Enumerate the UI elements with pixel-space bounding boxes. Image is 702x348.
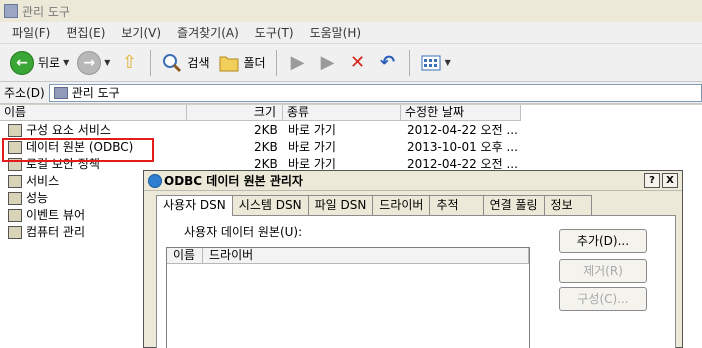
computer-management-icon	[8, 226, 22, 239]
odbc-globe-icon	[148, 173, 162, 188]
dialog-titlebar: ODBC 데이터 원본 관리자	[144, 171, 682, 191]
move-to-button[interactable]: ▶	[283, 48, 313, 78]
file-type: 바로 가기	[288, 123, 336, 137]
up-button[interactable]: ⇧	[114, 48, 144, 78]
user-dsn-label: 사용자 데이터 원본(U):	[184, 225, 303, 239]
odbc-dialog: ODBC 데이터 원본 관리자 ? X 사용자 DSN 시스템 DSN 파일 D…	[143, 170, 683, 348]
component-services-icon	[8, 124, 22, 137]
tab-user-dsn[interactable]: 사용자 DSN	[156, 195, 233, 216]
list-column-name[interactable]: 이름	[167, 248, 203, 264]
column-header-modified[interactable]: 수정한 날짜	[401, 105, 521, 121]
tab-drivers[interactable]: 드라이버	[372, 195, 431, 215]
address-bar: 주소(D) 관리 도구	[0, 82, 702, 104]
back-arrow-icon: ←	[10, 50, 34, 75]
forward-arrow-icon: →	[77, 50, 102, 75]
user-dsn-list[interactable]: 이름 드라이버	[166, 247, 530, 348]
delete-icon: ✕	[350, 52, 366, 73]
toolbar-separator	[150, 49, 152, 76]
event-viewer-icon	[8, 209, 22, 222]
help-button[interactable]: ?	[644, 173, 660, 188]
tab-strip: 사용자 DSN 시스템 DSN 파일 DSN 드라이버 추적 연결 풀링 정보	[156, 195, 592, 216]
dialog-title: ODBC 데이터 원본 관리자	[164, 174, 303, 188]
address-value: 관리 도구	[71, 86, 120, 100]
back-button[interactable]: ← 뒤로 ▼	[6, 48, 73, 78]
column-header-size[interactable]: 크기	[187, 105, 283, 121]
menu-file[interactable]: 파일(F)	[4, 22, 58, 43]
window-title: 관리 도구	[22, 4, 70, 19]
search-button[interactable]: 검색	[157, 48, 213, 78]
tab-system-dsn[interactable]: 시스템 DSN	[231, 195, 309, 215]
chevron-down-icon: ▼	[104, 58, 111, 67]
toolbar: ← 뒤로 ▼ → ▼ ⇧ 검색 폴더 ▶ ▶ ✕ ↶ ▼	[0, 44, 702, 82]
address-label: 주소(D)	[4, 86, 45, 100]
menu-help[interactable]: 도움말(H)	[302, 22, 370, 43]
file-modified: 2012-04-22 오전 ...	[407, 123, 518, 137]
admin-tools-icon	[4, 4, 18, 18]
address-field[interactable]: 관리 도구	[48, 83, 702, 102]
folder-icon	[218, 52, 240, 74]
folder-up-icon: ⇧	[121, 52, 137, 73]
delete-button[interactable]: ✕	[343, 48, 373, 78]
file-name: 성능	[26, 191, 49, 205]
tab-connection-pooling[interactable]: 연결 풀링	[482, 195, 545, 215]
menu-favorites[interactable]: 즐겨찾기(A)	[169, 22, 247, 43]
close-button[interactable]: X	[662, 173, 678, 188]
move-to-icon: ▶	[290, 52, 305, 73]
undo-icon: ↶	[380, 52, 396, 73]
forward-button[interactable]: → ▼	[73, 48, 114, 78]
remove-button[interactable]: 제거(R)	[559, 259, 647, 283]
column-header-name[interactable]: 이름	[0, 105, 187, 121]
folders-label: 폴더	[243, 56, 266, 70]
file-size: 2KB	[254, 140, 278, 154]
configure-button[interactable]: 구성(C)...	[559, 287, 647, 311]
menu-edit[interactable]: 편집(E)	[58, 22, 113, 43]
file-size: 2KB	[254, 123, 278, 137]
file-name: 이벤트 뷰어	[26, 208, 86, 222]
file-type: 바로 가기	[288, 140, 336, 154]
views-icon	[420, 52, 442, 74]
toolbar-separator	[275, 49, 277, 76]
list-column-driver[interactable]: 드라이버	[203, 248, 529, 264]
file-modified: 2013-10-01 오후 ...	[407, 140, 518, 154]
search-label: 검색	[187, 56, 210, 70]
views-button[interactable]: ▼	[416, 48, 455, 78]
admin-tools-icon	[53, 86, 68, 99]
search-icon	[161, 52, 183, 74]
tab-about[interactable]: 정보	[543, 195, 592, 215]
copy-to-icon: ▶	[320, 52, 335, 73]
add-button[interactable]: 추가(D)...	[559, 229, 647, 253]
window-titlebar: 관리 도구	[0, 0, 702, 22]
performance-icon	[8, 192, 22, 205]
file-name: 컴퓨터 관리	[26, 225, 86, 239]
menu-view[interactable]: 보기(V)	[113, 22, 169, 43]
copy-to-button[interactable]: ▶	[313, 48, 343, 78]
chevron-down-icon: ▼	[63, 58, 70, 67]
file-row[interactable]: 구성 요소 서비스 2KB 바로 가기 2012-04-22 오전 ...	[0, 122, 702, 139]
tab-file-dsn[interactable]: 파일 DSN	[307, 195, 374, 215]
file-name: 서비스	[26, 174, 60, 188]
tab-tracing[interactable]: 추적	[429, 195, 484, 215]
menu-tools[interactable]: 도구(T)	[247, 22, 302, 43]
back-label: 뒤로	[38, 56, 61, 70]
folders-button[interactable]: 폴더	[214, 48, 270, 78]
undo-button[interactable]: ↶	[373, 48, 403, 78]
toolbar-separator	[408, 49, 410, 76]
file-name: 구성 요소 서비스	[26, 123, 111, 137]
services-icon	[8, 175, 22, 188]
menu-bar: 파일(F) 편집(E) 보기(V) 즐겨찾기(A) 도구(T) 도움말(H)	[0, 22, 702, 44]
chevron-down-icon: ▼	[444, 58, 451, 67]
odbc-highlight-box	[2, 138, 154, 162]
column-header-type[interactable]: 종류	[283, 105, 401, 121]
